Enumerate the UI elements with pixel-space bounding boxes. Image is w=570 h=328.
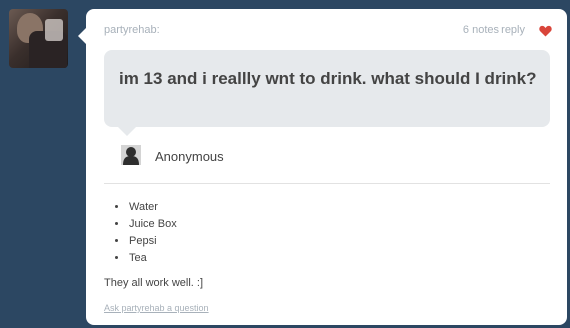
question-bubble: im 13 and i reallly wnt to drink. what s… [104,50,550,127]
ask-post: partyrehab: 6 notes reply im 13 and i re… [86,9,567,325]
divider [104,183,550,184]
list-item: Water [128,199,177,216]
reply-link[interactable]: reply [501,24,525,36]
answer-note: They all work well. :] [104,277,204,289]
list-item: Pepsi [128,233,177,250]
bubble-tail [118,127,136,136]
heart-icon[interactable] [539,25,552,37]
post-pointer [78,28,86,44]
avatar-detail [45,19,63,41]
answer-list: Water Juice Box Pepsi Tea [106,199,177,267]
asker-name[interactable]: Anonymous [155,149,224,164]
list-item: Tea [128,250,177,267]
post-username[interactable]: partyrehab: [104,24,160,36]
anonymous-silhouette-icon [121,145,141,165]
avatar[interactable] [9,9,68,68]
list-item: Juice Box [128,216,177,233]
notes-count[interactable]: 6 notes [463,24,499,36]
question-text: im 13 and i reallly wnt to drink. what s… [119,69,537,88]
ask-question-link[interactable]: Ask partyrehab a question [104,303,209,313]
